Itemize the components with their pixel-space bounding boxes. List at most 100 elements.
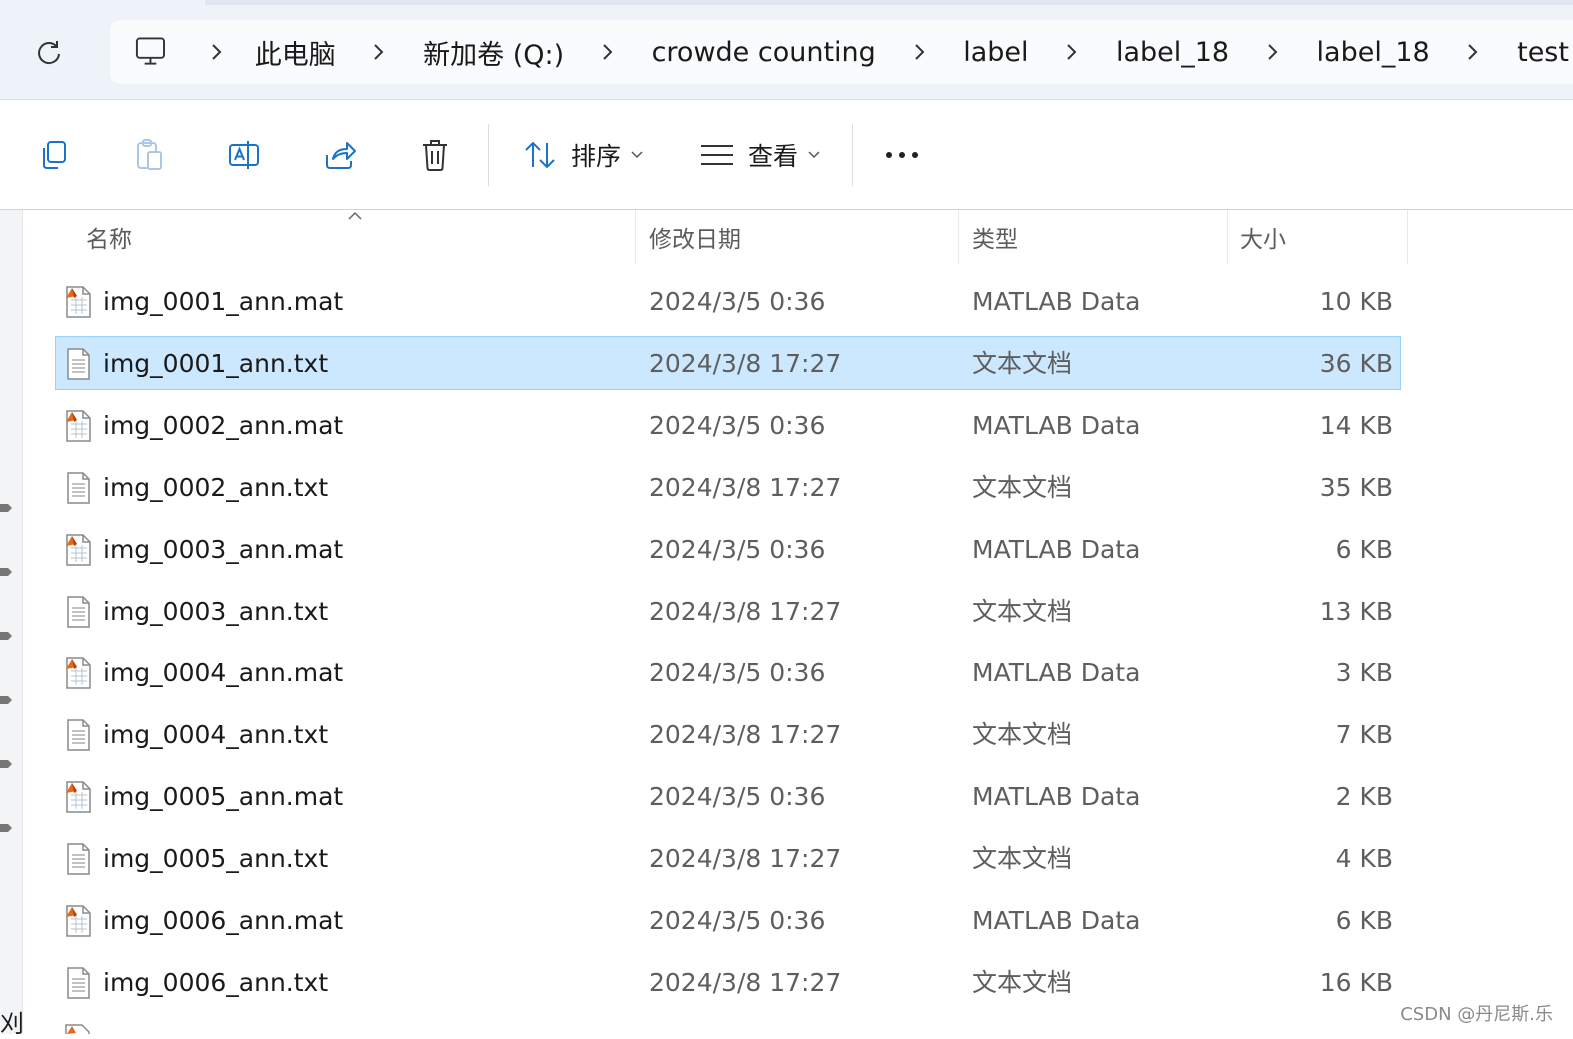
file-type: 文本文档 <box>972 720 1073 750</box>
column-header-modified-label: 修改日期 <box>649 227 741 253</box>
file-name: img_0001_ann.txt <box>103 348 329 378</box>
file-modified-date: 2024/3/8 17:27 <box>649 596 842 626</box>
view-button[interactable]: 查看 <box>690 124 830 186</box>
file-modified-date: 2024/3/5 0:36 <box>649 658 826 688</box>
clipboard-icon <box>137 139 162 170</box>
file-size: 7 KB <box>1335 720 1393 750</box>
file-row[interactable]: img_0004_ann.mat 2024/3/5 0:36 MATLAB Data… <box>55 645 1401 699</box>
file-name: img_0001_ann.mat <box>103 287 344 316</box>
matlab-file-icon <box>64 410 92 442</box>
column-header-type[interactable]: 类型 <box>959 210 1228 264</box>
refresh-icon <box>38 41 60 65</box>
file-name: img_0002_ann.mat <box>103 410 344 440</box>
file-name: img_0002_ann.txt <box>103 472 329 502</box>
file-modified-date: 2024/3/5 0:36 <box>649 287 826 316</box>
chevron-right-icon[interactable] <box>183 20 251 84</box>
text-file-icon <box>64 843 92 875</box>
share-button[interactable] <box>311 124 369 186</box>
tab-strip <box>205 0 1573 5</box>
pin-icon <box>0 632 12 640</box>
file-row[interactable]: img_0005_ann.txt 2024/3/8 17:27 文本文档 4 KB <box>55 831 1401 885</box>
refresh-button[interactable] <box>22 26 76 80</box>
file-size: 6 KB <box>1335 534 1393 564</box>
chevron-right-icon[interactable] <box>880 20 959 84</box>
command-bar: 排序 查看 <box>0 100 1573 210</box>
pin-icon <box>0 760 12 768</box>
rename-icon <box>229 141 259 169</box>
file-size: 14 KB <box>1319 410 1393 440</box>
chevron-right-icon[interactable] <box>568 20 647 84</box>
file-modified-date: 2024/3/8 17:27 <box>649 844 842 874</box>
sort-arrows-icon <box>525 141 555 169</box>
file-modified-date: 2024/3/8 17:27 <box>649 472 842 502</box>
file-row[interactable]: img_0003_ann.mat 2024/3/5 0:36 MATLAB Data… <box>55 522 1401 576</box>
file-type: 文本文档 <box>972 348 1073 378</box>
matlab-file-icon <box>64 286 92 318</box>
file-row[interactable]: img_0003_ann.txt 2024/3/8 17:27 文本文档 13 KB <box>55 584 1401 638</box>
file-size: 6 KB <box>1335 906 1393 935</box>
sort-ascending-icon <box>348 211 362 220</box>
breadcrumb-folder-crowde-counting[interactable]: crowde counting <box>648 37 880 68</box>
file-row[interactable]: img_0006_ann.txt 2024/3/8 17:27 文本文档 16 KB <box>55 955 1401 1009</box>
delete-button[interactable] <box>406 124 464 186</box>
file-size: 13 KB <box>1319 596 1393 626</box>
rename-button[interactable] <box>215 124 273 186</box>
file-type: 文本文档 <box>972 844 1073 874</box>
breadcrumb-folder-label[interactable]: label <box>959 37 1032 68</box>
text-file-icon <box>64 967 92 999</box>
breadcrumb-drive[interactable]: 新加卷 (Q:) <box>419 33 568 72</box>
navigation-bar: 此电脑 新加卷 (Q:) crowde counting label label… <box>0 0 1573 100</box>
file-size: 2 KB <box>1335 782 1393 812</box>
column-header-size[interactable]: 大小 <box>1228 210 1408 264</box>
share-icon <box>326 142 356 169</box>
file-name: img_0005_ann.mat <box>103 782 344 812</box>
file-name: img_0005_ann.txt <box>103 844 329 874</box>
chevron-right-icon[interactable] <box>340 20 419 84</box>
pin-icon <box>0 504 12 512</box>
file-row[interactable]: img_0005_ann.mat 2024/3/5 0:36 MATLAB Data… <box>55 769 1401 823</box>
breadcrumb-this-pc[interactable]: 此电脑 <box>251 33 340 72</box>
breadcrumb-folder-label-18-sub[interactable]: label_18 <box>1313 37 1434 68</box>
address-bar[interactable]: 此电脑 新加卷 (Q:) crowde counting label label… <box>110 20 1573 84</box>
view-label: 查看 <box>747 142 798 171</box>
more-options-button[interactable] <box>874 124 930 186</box>
breadcrumb-folder-label-18[interactable]: label_18 <box>1112 37 1233 68</box>
file-row[interactable]: img_0006_ann.mat 2024/3/5 0:36 MATLAB Data… <box>55 893 1401 947</box>
file-modified-date: 2024/3/8 17:27 <box>649 348 842 378</box>
file-row[interactable]: img_0002_ann.txt 2024/3/8 17:27 文本文档 35 KB <box>55 460 1401 514</box>
file-row[interactable]: img_0002_ann.mat 2024/3/5 0:36 MATLAB Data… <box>55 398 1401 452</box>
file-type: MATLAB Data <box>972 906 1141 935</box>
file-type: MATLAB Data <box>972 658 1141 688</box>
file-row[interactable]: img_0001_ann.txt 2024/3/8 17:27 文本文档 36 KB <box>55 335 1401 390</box>
file-name: img_0004_ann.mat <box>103 658 344 688</box>
chevron-right-icon[interactable] <box>1434 20 1513 84</box>
column-header-name-label: 名称 <box>86 227 132 253</box>
sort-button[interactable]: 排序 <box>512 124 654 186</box>
file-row[interactable]: img_0004_ann.txt 2024/3/8 17:27 文本文档 7 KB <box>55 707 1401 761</box>
chevron-right-icon[interactable] <box>1033 20 1112 84</box>
file-size: 36 KB <box>1319 348 1393 378</box>
paste-button[interactable] <box>120 124 178 186</box>
breadcrumb-folder-test[interactable]: test <box>1513 37 1573 68</box>
column-header-modified[interactable]: 修改日期 <box>636 210 959 264</box>
chevron-down-icon <box>808 151 820 159</box>
file-name: img_0003_ann.txt <box>103 596 329 626</box>
file-type: MATLAB Data <box>972 534 1141 564</box>
file-name: img_0004_ann.txt <box>103 720 329 750</box>
chevron-right-icon[interactable] <box>1233 20 1312 84</box>
column-header-name[interactable]: 名称 <box>23 210 636 264</box>
file-type: 文本文档 <box>972 596 1073 626</box>
text-file-icon <box>64 348 92 380</box>
sort-label: 排序 <box>570 142 621 171</box>
column-header-size-label: 大小 <box>1240 227 1286 253</box>
file-type: 文本文档 <box>972 967 1073 997</box>
file-size: 10 KB <box>1319 287 1393 316</box>
matlab-file-icon <box>64 657 92 690</box>
file-size: 4 KB <box>1335 844 1393 874</box>
list-view-icon <box>700 145 733 165</box>
file-name: img_0006_ann.txt <box>103 967 329 997</box>
copy-button[interactable] <box>24 124 82 186</box>
file-name: img_0006_ann.mat <box>103 906 344 935</box>
file-row[interactable]: img_0001_ann.mat 2024/3/5 0:36 MATLAB Data… <box>55 274 1401 328</box>
file-modified-date: 2024/3/8 17:27 <box>649 720 842 750</box>
